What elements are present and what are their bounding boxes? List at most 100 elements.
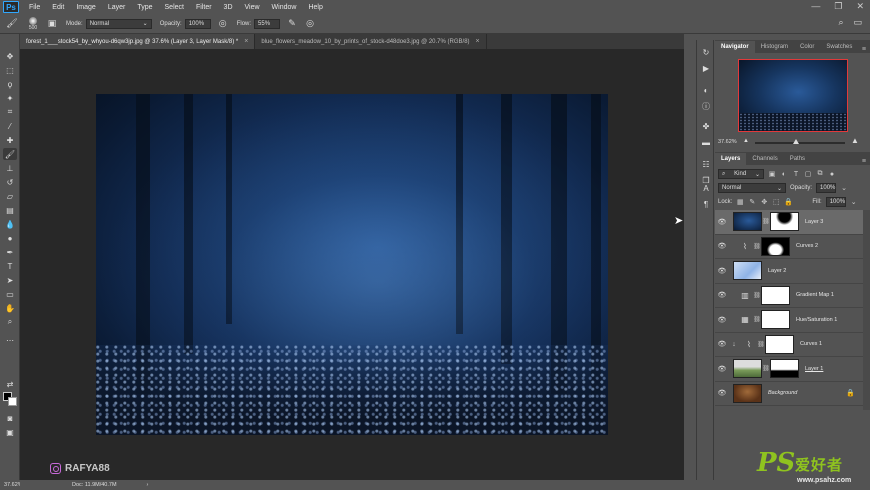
brush-panel-icon[interactable]: ▬ <box>700 136 712 148</box>
pressure-size-icon[interactable]: ◎ <box>304 18 316 30</box>
link-icon[interactable]: ⛓ <box>762 218 770 225</box>
workspace-icon[interactable]: ▭ <box>853 17 862 28</box>
layer-row[interactable]: 👁 Background 🔒 <box>715 382 863 406</box>
filter-shape-icon[interactable]: ▢ <box>804 170 812 178</box>
maximize-button[interactable]: ❐ <box>834 1 842 12</box>
opacity-field[interactable]: 100% <box>184 18 211 29</box>
status-menu-arrow-icon[interactable]: › <box>147 482 149 488</box>
screen-mode-icon[interactable]: ▣ <box>3 426 17 438</box>
airbrush-icon[interactable]: ✎ <box>286 18 298 30</box>
quick-selection-tool-icon[interactable]: ✦ <box>3 92 17 104</box>
panel-menu-icon[interactable]: ≡ <box>862 46 870 53</box>
slider-handle[interactable] <box>793 139 799 144</box>
layer-opacity-field[interactable]: 100% <box>816 183 837 193</box>
layer-mask-thumbnail[interactable] <box>770 359 799 379</box>
shape-tool-icon[interactable]: ▭ <box>3 288 17 300</box>
menu-image[interactable]: Image <box>70 4 101 11</box>
tab-channels[interactable]: Channels <box>746 153 783 165</box>
pressure-opacity-icon[interactable]: ◎ <box>217 18 229 30</box>
layer-row[interactable]: 👁 ▥ ⛓ Gradient Map 1 <box>715 284 863 308</box>
move-tool-icon[interactable]: ✥ <box>3 50 17 62</box>
menu-window[interactable]: Window <box>266 4 303 11</box>
minimize-button[interactable]: — <box>811 1 820 12</box>
layer-row[interactable]: 👁 ⌇ ⛓ Curves 2 <box>715 235 863 259</box>
brush-presets-icon[interactable]: ✤ <box>700 120 712 132</box>
lock-transparent-icon[interactable]: ▦ <box>736 198 744 206</box>
swap-colors-icon[interactable]: ⇄ <box>3 378 17 390</box>
eye-icon[interactable]: 👁 <box>715 218 729 226</box>
menu-edit[interactable]: Edit <box>46 4 70 11</box>
tab-forest-document[interactable]: forest_1___stock54_by_whyou-d6qw3jp.jpg … <box>20 34 256 49</box>
eye-icon[interactable]: 👁 <box>715 242 729 250</box>
lock-artboard-icon[interactable]: ⬚ <box>772 198 780 206</box>
link-icon[interactable]: ⛓ <box>757 341 765 348</box>
eye-icon[interactable]: 👁 <box>715 365 729 373</box>
filter-toggle-icon[interactable]: ● <box>828 170 836 178</box>
layer-row[interactable]: 👁 ⛓ Layer 1 <box>715 357 863 382</box>
crop-tool-icon[interactable]: ⌗ <box>3 106 17 118</box>
eye-icon[interactable]: 👁 <box>715 291 729 299</box>
character-panel-icon[interactable]: A <box>700 182 712 194</box>
tab-histogram[interactable]: Histogram <box>755 41 794 53</box>
gradient-tool-icon[interactable]: ▤ <box>3 204 17 216</box>
navigator-preview[interactable] <box>738 59 848 132</box>
menu-type[interactable]: Type <box>131 4 158 11</box>
lock-position-icon[interactable]: ✥ <box>760 198 768 206</box>
document-image[interactable] <box>96 94 608 435</box>
layer-mask-thumbnail[interactable] <box>770 212 799 232</box>
healing-brush-tool-icon[interactable]: ✚ <box>3 134 17 146</box>
history-panel-icon[interactable]: ↻ <box>700 46 712 58</box>
more-tools-icon[interactable]: ⋯ <box>3 334 17 346</box>
layer-mask-thumbnail[interactable] <box>761 285 790 305</box>
menu-view[interactable]: View <box>239 4 266 11</box>
zoom-out-icon[interactable]: ▲ <box>743 138 749 144</box>
layer-row[interactable]: 👁 ⛓ Layer 3 <box>715 210 863 235</box>
eye-icon[interactable]: 👁 <box>715 389 729 397</box>
tab-flowers-document[interactable]: blue_flowers_meadow_10_by_prints_of_stoc… <box>255 34 487 49</box>
eye-icon[interactable]: 👁 <box>715 340 729 348</box>
tab-swatches[interactable]: Swatches <box>820 41 858 53</box>
zoom-tool-icon[interactable]: ⌕ <box>3 316 17 328</box>
brush-preset-picker[interactable]: 500 <box>26 16 40 31</box>
link-icon[interactable]: ⛓ <box>753 292 761 299</box>
layer-mask-thumbnail[interactable] <box>765 334 794 354</box>
brush-tool-preset-icon[interactable]: 🖌 <box>6 18 18 30</box>
filter-adjustment-icon[interactable]: ◐ <box>780 170 788 178</box>
chevron-down-icon[interactable]: ⌄ <box>840 184 848 192</box>
eyedropper-tool-icon[interactable]: ⁄ <box>3 120 17 132</box>
hand-tool-icon[interactable]: ✋ <box>3 302 17 314</box>
lock-pixels-icon[interactable]: ✎ <box>748 198 756 206</box>
close-icon[interactable]: × <box>476 38 480 45</box>
actions-play-icon[interactable]: ▶ <box>700 62 712 74</box>
info-panel-icon[interactable]: ⓘ <box>700 100 712 112</box>
close-window-button[interactable]: ✕ <box>856 1 864 12</box>
link-icon[interactable]: ⛓ <box>762 365 770 372</box>
lasso-tool-icon[interactable]: ϙ <box>3 78 17 90</box>
clone-stamp-tool-icon[interactable]: ⊥ <box>3 162 17 174</box>
brush-panel-toggle-icon[interactable]: ▣ <box>46 18 58 30</box>
dodge-tool-icon[interactable]: ● <box>3 232 17 244</box>
menu-3d[interactable]: 3D <box>218 4 239 11</box>
menu-layer[interactable]: Layer <box>102 4 132 11</box>
search-icon[interactable]: ⌕ <box>838 17 843 28</box>
menu-filter[interactable]: Filter <box>190 4 218 11</box>
menu-file[interactable]: File <box>23 4 46 11</box>
mode-select[interactable]: Normal ⌄ <box>85 18 152 29</box>
flow-field[interactable]: 55% <box>254 18 281 29</box>
path-selection-tool-icon[interactable]: ➤ <box>3 274 17 286</box>
canvas-area[interactable]: RAFYA88 ➤ <box>20 49 684 480</box>
tab-navigator[interactable]: Navigator <box>715 41 755 53</box>
zoom-in-icon[interactable]: ▲ <box>851 136 859 145</box>
chevron-down-icon[interactable]: ⌄ <box>850 198 858 206</box>
filter-kind-select[interactable]: ⌕ Kind ⌄ <box>718 169 764 179</box>
layer-row[interactable]: 👁 ▦ ⛓ Hue/Saturation 1 <box>715 308 863 333</box>
eye-icon[interactable]: 👁 <box>715 267 729 275</box>
navigator-zoom-slider[interactable] <box>755 139 845 144</box>
blend-mode-select[interactable]: Normal ⌄ <box>718 183 786 193</box>
type-tool-icon[interactable]: T <box>3 260 17 272</box>
tab-layers[interactable]: Layers <box>715 153 747 165</box>
link-icon[interactable]: ⛓ <box>753 316 761 323</box>
tab-color[interactable]: Color <box>794 41 820 53</box>
lock-all-icon[interactable]: 🔒 <box>784 198 793 206</box>
layer-row[interactable]: 👁 ↓ ⌇ ⛓ Curves 1 <box>715 333 863 357</box>
